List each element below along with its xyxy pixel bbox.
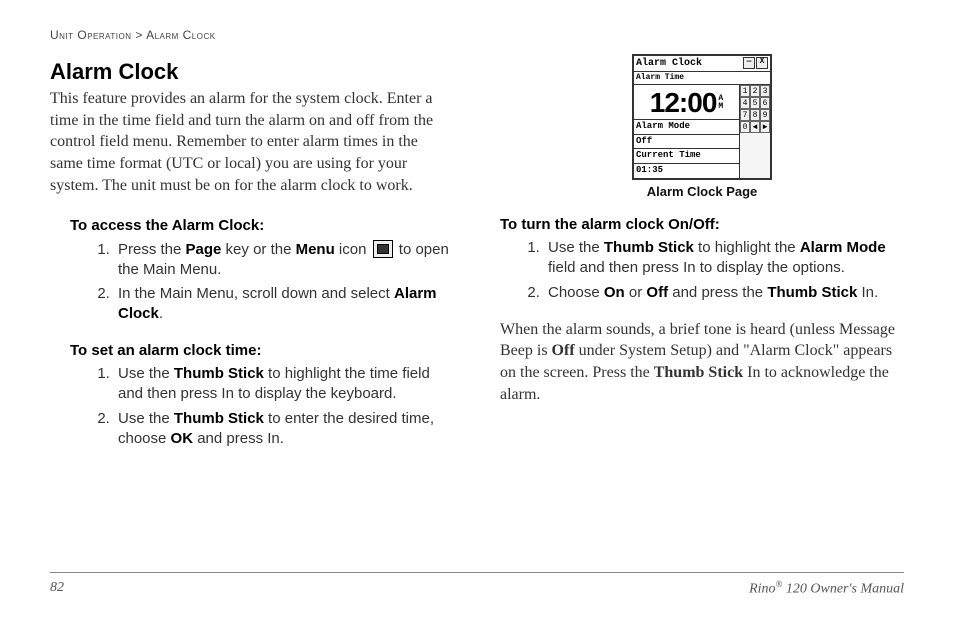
device-title: Alarm Clock [636,57,702,70]
menu-icon [373,240,393,258]
content-columns: Alarm Clock This feature provides an ala… [50,58,904,466]
device-key: 4 [740,97,750,109]
device-titlebar: Alarm Clock — X [634,56,770,72]
manual-name: Rino® 120 Owner's Manual [749,579,904,599]
set-time-step-1: Use the Thumb Stick to highlight the tim… [114,364,454,405]
left-column: Alarm Clock This feature provides an ala… [50,58,454,466]
set-time-steps: Use the Thumb Stick to highlight the tim… [70,364,454,449]
device-key: ► [760,121,770,133]
device-keypad: 1 2 3 4 5 6 7 8 9 0 ◄ ► [739,85,770,178]
breadcrumb-section: Unit Operation [50,28,132,42]
device-key: 9 [760,109,770,121]
set-time-block: To set an alarm clock time: Use the Thum… [50,341,454,450]
onoff-heading: To turn the alarm clock On/Off: [500,215,904,235]
device-screenshot: Alarm Clock — X Alarm Time 12:00 A [632,54,772,180]
closing-paragraph: When the alarm sounds, a brief tone is h… [500,319,904,405]
device-alarm-mode-value: Off [634,135,739,150]
device-key: 8 [750,109,760,121]
device-current-time-label: Current Time [634,149,739,164]
access-step-2: In the Main Menu, scroll down and select… [114,284,454,325]
onoff-steps: Use the Thumb Stick to highlight the Ala… [500,238,904,303]
right-column: Alarm Clock — X Alarm Time 12:00 A [500,58,904,466]
onoff-block: To turn the alarm clock On/Off: Use the … [500,215,904,303]
device-key: 7 [740,109,750,121]
device-ampm: A M [718,95,723,111]
device-alarm-time-label: Alarm Time [634,72,770,85]
minimize-icon: — [743,57,755,69]
page-footer: 82 Rino® 120 Owner's Manual [50,572,904,599]
device-key: 5 [750,97,760,109]
figure: Alarm Clock — X Alarm Time 12:00 A [500,54,904,201]
page-number: 82 [50,579,64,599]
intro-paragraph: This feature provides an alarm for the s… [50,88,454,196]
onoff-step-1: Use the Thumb Stick to highlight the Ala… [544,238,904,279]
device-key: 1 [740,85,750,97]
access-step-1: Press the Page key or the Menu icon to o… [114,240,454,281]
access-steps: Press the Page key or the Menu icon to o… [70,240,454,325]
figure-caption: Alarm Clock Page [500,184,904,201]
device-key: 0 [740,121,750,133]
set-time-heading: To set an alarm clock time: [70,341,454,361]
device-alarm-time-value: 12:00 [650,89,717,117]
device-key: ◄ [750,121,760,133]
access-heading: To access the Alarm Clock: [70,216,454,236]
device-window-buttons: — X [743,57,768,69]
device-body-left: 12:00 A M Alarm Mode Off Current Time 01… [634,85,739,178]
device-key: 6 [760,97,770,109]
close-icon: X [756,57,768,69]
breadcrumb: Unit Operation > Alarm Clock [50,28,904,44]
onoff-step-2: Choose On or Off and press the Thumb Sti… [544,283,904,303]
device-alarm-time-display: 12:00 A M [634,85,739,120]
page-title: Alarm Clock [50,58,454,87]
device-keys-grid: 1 2 3 4 5 6 7 8 9 0 ◄ ► [740,85,770,178]
device-body: 12:00 A M Alarm Mode Off Current Time 01… [634,85,770,178]
device-key: 2 [750,85,760,97]
device-current-time-value: 01:35 [634,164,739,178]
breadcrumb-sep: > [135,28,143,42]
device-key: 3 [760,85,770,97]
manual-page: Unit Operation > Alarm Clock Alarm Clock… [0,0,954,621]
access-block: To access the Alarm Clock: Press the Pag… [50,216,454,325]
breadcrumb-page: Alarm Clock [146,28,216,42]
device-alarm-mode-label: Alarm Mode [634,120,739,135]
set-time-step-2: Use the Thumb Stick to enter the desired… [114,409,454,450]
